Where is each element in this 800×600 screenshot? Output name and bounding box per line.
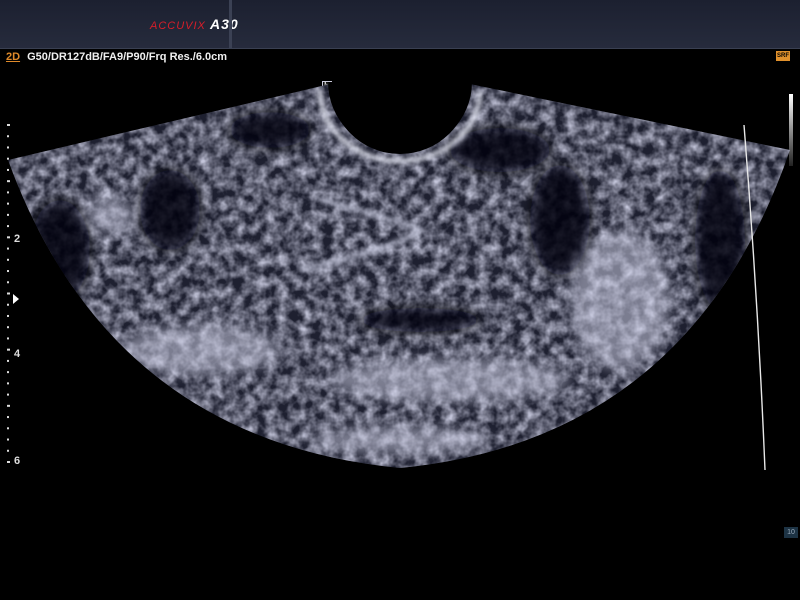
depth-minor-tick: [7, 303, 9, 306]
depth-label-2: 2: [14, 233, 21, 245]
depth-minor-tick: [7, 225, 9, 228]
depth-minor-tick: [7, 202, 9, 205]
depth-minor-tick: [7, 135, 9, 138]
depth-minor-tick: [7, 382, 9, 385]
depth-minor-tick: [7, 393, 9, 396]
depth-major-tick: [7, 348, 10, 351]
depth-label-4: 4: [14, 348, 21, 360]
depth-minor-tick: [7, 326, 9, 329]
depth-minor-tick: [7, 359, 9, 362]
depth-minor-tick: [7, 371, 9, 374]
depth-minor-tick: [7, 314, 9, 317]
depth-minor-tick: [7, 416, 9, 419]
ultrasound-image: [7, 82, 790, 471]
depth-major-tick: [7, 236, 10, 239]
depth-minor-tick: [7, 157, 9, 160]
depth-minor-tick: [7, 438, 9, 441]
depth-minor-tick: [7, 247, 9, 250]
depth-minor-tick: [7, 337, 9, 340]
depth-scale: [7, 124, 10, 463]
depth-minor-tick: [7, 270, 9, 273]
depth-minor-tick: [7, 427, 9, 430]
depth-major-tick: [7, 404, 10, 407]
depth-minor-tick: [7, 281, 9, 284]
depth-minor-tick: [7, 168, 9, 171]
depth-minor-tick: [7, 258, 9, 261]
depth-major-tick: [7, 180, 10, 183]
depth-major-tick: [7, 461, 10, 463]
depth-label-6: 6: [14, 455, 21, 467]
depth-major-tick: [7, 124, 10, 126]
focus-marker-icon[interactable]: [13, 294, 19, 304]
depth-minor-tick: [7, 449, 9, 452]
depth-minor-tick: [7, 191, 9, 194]
depth-minor-tick: [7, 146, 9, 149]
depth-major-tick: [7, 292, 10, 295]
depth-minor-tick: [7, 213, 9, 216]
